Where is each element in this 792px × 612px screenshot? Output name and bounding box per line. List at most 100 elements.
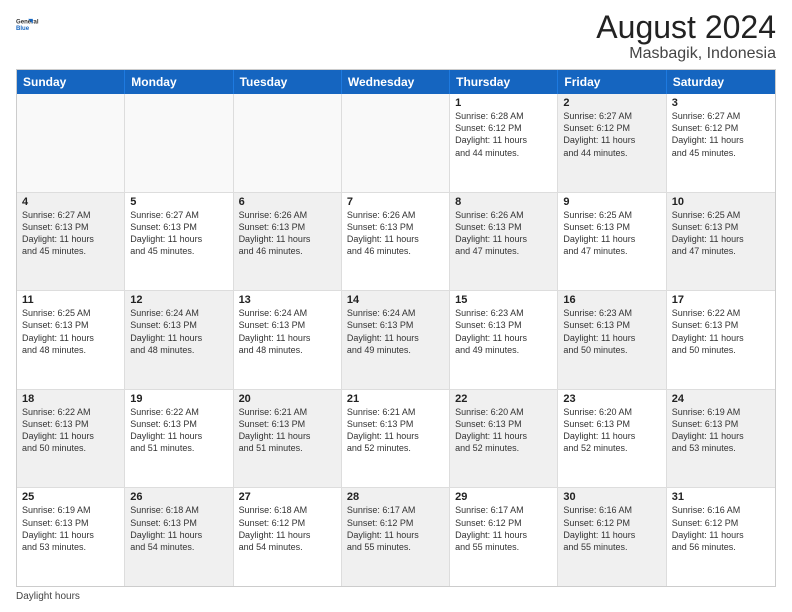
logo-icon: General Blue [16, 10, 44, 38]
cal-cell-1-0: 4Sunrise: 6:27 AM Sunset: 6:13 PM Daylig… [17, 193, 125, 291]
page: General Blue August 2024 Masbagik, Indon… [0, 0, 792, 612]
day-number: 13 [239, 294, 336, 306]
day-number: 20 [239, 393, 336, 405]
cal-cell-1-3: 7Sunrise: 6:26 AM Sunset: 6:13 PM Daylig… [342, 193, 450, 291]
cal-cell-1-2: 6Sunrise: 6:26 AM Sunset: 6:13 PM Daylig… [234, 193, 342, 291]
cal-cell-3-6: 24Sunrise: 6:19 AM Sunset: 6:13 PM Dayli… [667, 390, 775, 488]
calendar-header: Sunday Monday Tuesday Wednesday Thursday… [17, 70, 775, 94]
cal-cell-4-5: 30Sunrise: 6:16 AM Sunset: 6:12 PM Dayli… [558, 488, 666, 586]
day-number: 19 [130, 393, 227, 405]
cal-cell-3-4: 22Sunrise: 6:20 AM Sunset: 6:13 PM Dayli… [450, 390, 558, 488]
day-number: 18 [22, 393, 119, 405]
daylight-label: Daylight hours [16, 591, 80, 602]
cell-text: Sunrise: 6:16 AM Sunset: 6:12 PM Dayligh… [563, 504, 660, 553]
day-number: 10 [672, 196, 770, 208]
cell-text: Sunrise: 6:22 AM Sunset: 6:13 PM Dayligh… [130, 406, 227, 455]
day-number: 7 [347, 196, 444, 208]
cell-text: Sunrise: 6:22 AM Sunset: 6:13 PM Dayligh… [22, 406, 119, 455]
cal-cell-0-1 [125, 94, 233, 192]
cell-text: Sunrise: 6:26 AM Sunset: 6:13 PM Dayligh… [455, 209, 552, 258]
cal-cell-4-2: 27Sunrise: 6:18 AM Sunset: 6:12 PM Dayli… [234, 488, 342, 586]
header-wednesday: Wednesday [342, 70, 450, 94]
cell-text: Sunrise: 6:20 AM Sunset: 6:13 PM Dayligh… [563, 406, 660, 455]
cell-text: Sunrise: 6:20 AM Sunset: 6:13 PM Dayligh… [455, 406, 552, 455]
day-number: 9 [563, 196, 660, 208]
cal-cell-2-0: 11Sunrise: 6:25 AM Sunset: 6:13 PM Dayli… [17, 291, 125, 389]
cell-text: Sunrise: 6:27 AM Sunset: 6:12 PM Dayligh… [563, 110, 660, 159]
cal-cell-4-6: 31Sunrise: 6:16 AM Sunset: 6:12 PM Dayli… [667, 488, 775, 586]
calendar-row-0: 1Sunrise: 6:28 AM Sunset: 6:12 PM Daylig… [17, 94, 775, 193]
cal-cell-2-4: 15Sunrise: 6:23 AM Sunset: 6:13 PM Dayli… [450, 291, 558, 389]
day-number: 30 [563, 491, 660, 503]
day-number: 21 [347, 393, 444, 405]
cell-text: Sunrise: 6:17 AM Sunset: 6:12 PM Dayligh… [455, 504, 552, 553]
day-number: 22 [455, 393, 552, 405]
cal-cell-3-3: 21Sunrise: 6:21 AM Sunset: 6:13 PM Dayli… [342, 390, 450, 488]
cal-cell-1-5: 9Sunrise: 6:25 AM Sunset: 6:13 PM Daylig… [558, 193, 666, 291]
cal-cell-3-5: 23Sunrise: 6:20 AM Sunset: 6:13 PM Dayli… [558, 390, 666, 488]
day-number: 5 [130, 196, 227, 208]
svg-text:General: General [16, 20, 39, 26]
cell-text: Sunrise: 6:26 AM Sunset: 6:13 PM Dayligh… [239, 209, 336, 258]
svg-text:Blue: Blue [16, 26, 30, 32]
cell-text: Sunrise: 6:18 AM Sunset: 6:13 PM Dayligh… [130, 504, 227, 553]
cal-cell-0-2 [234, 94, 342, 192]
day-number: 12 [130, 294, 227, 306]
cell-text: Sunrise: 6:21 AM Sunset: 6:13 PM Dayligh… [347, 406, 444, 455]
title-area: August 2024 Masbagik, Indonesia [596, 10, 776, 63]
day-number: 4 [22, 196, 119, 208]
day-number: 15 [455, 294, 552, 306]
day-number: 8 [455, 196, 552, 208]
calendar-row-2: 11Sunrise: 6:25 AM Sunset: 6:13 PM Dayli… [17, 291, 775, 390]
day-number: 23 [563, 393, 660, 405]
cal-cell-4-4: 29Sunrise: 6:17 AM Sunset: 6:12 PM Dayli… [450, 488, 558, 586]
logo: General Blue [16, 10, 44, 38]
day-number: 3 [672, 97, 770, 109]
cal-cell-0-4: 1Sunrise: 6:28 AM Sunset: 6:12 PM Daylig… [450, 94, 558, 192]
cell-text: Sunrise: 6:19 AM Sunset: 6:13 PM Dayligh… [22, 504, 119, 553]
cell-text: Sunrise: 6:25 AM Sunset: 6:13 PM Dayligh… [22, 307, 119, 356]
cell-text: Sunrise: 6:22 AM Sunset: 6:13 PM Dayligh… [672, 307, 770, 356]
calendar-row-4: 25Sunrise: 6:19 AM Sunset: 6:13 PM Dayli… [17, 488, 775, 586]
cal-cell-1-4: 8Sunrise: 6:26 AM Sunset: 6:13 PM Daylig… [450, 193, 558, 291]
cal-cell-4-1: 26Sunrise: 6:18 AM Sunset: 6:13 PM Dayli… [125, 488, 233, 586]
cal-cell-2-3: 14Sunrise: 6:24 AM Sunset: 6:13 PM Dayli… [342, 291, 450, 389]
header-friday: Friday [558, 70, 666, 94]
cell-text: Sunrise: 6:26 AM Sunset: 6:13 PM Dayligh… [347, 209, 444, 258]
cal-cell-2-1: 12Sunrise: 6:24 AM Sunset: 6:13 PM Dayli… [125, 291, 233, 389]
cell-text: Sunrise: 6:25 AM Sunset: 6:13 PM Dayligh… [563, 209, 660, 258]
cell-text: Sunrise: 6:16 AM Sunset: 6:12 PM Dayligh… [672, 504, 770, 553]
cell-text: Sunrise: 6:24 AM Sunset: 6:13 PM Dayligh… [347, 307, 444, 356]
cal-cell-1-6: 10Sunrise: 6:25 AM Sunset: 6:13 PM Dayli… [667, 193, 775, 291]
cell-text: Sunrise: 6:24 AM Sunset: 6:13 PM Dayligh… [130, 307, 227, 356]
calendar-body: 1Sunrise: 6:28 AM Sunset: 6:12 PM Daylig… [17, 94, 775, 586]
header-monday: Monday [125, 70, 233, 94]
day-number: 6 [239, 196, 336, 208]
day-number: 26 [130, 491, 227, 503]
header-sunday: Sunday [17, 70, 125, 94]
cal-cell-0-0 [17, 94, 125, 192]
cal-cell-3-1: 19Sunrise: 6:22 AM Sunset: 6:13 PM Dayli… [125, 390, 233, 488]
cell-text: Sunrise: 6:27 AM Sunset: 6:13 PM Dayligh… [22, 209, 119, 258]
calendar-row-3: 18Sunrise: 6:22 AM Sunset: 6:13 PM Dayli… [17, 390, 775, 489]
day-number: 24 [672, 393, 770, 405]
location: Masbagik, Indonesia [596, 45, 776, 63]
cell-text: Sunrise: 6:18 AM Sunset: 6:12 PM Dayligh… [239, 504, 336, 553]
cal-cell-0-6: 3Sunrise: 6:27 AM Sunset: 6:12 PM Daylig… [667, 94, 775, 192]
cal-cell-0-3 [342, 94, 450, 192]
day-number: 2 [563, 97, 660, 109]
day-number: 16 [563, 294, 660, 306]
day-number: 31 [672, 491, 770, 503]
calendar-row-1: 4Sunrise: 6:27 AM Sunset: 6:13 PM Daylig… [17, 193, 775, 292]
day-number: 1 [455, 97, 552, 109]
cal-cell-2-2: 13Sunrise: 6:24 AM Sunset: 6:13 PM Dayli… [234, 291, 342, 389]
header-thursday: Thursday [450, 70, 558, 94]
cal-cell-2-6: 17Sunrise: 6:22 AM Sunset: 6:13 PM Dayli… [667, 291, 775, 389]
cell-text: Sunrise: 6:25 AM Sunset: 6:13 PM Dayligh… [672, 209, 770, 258]
day-number: 25 [22, 491, 119, 503]
cal-cell-3-0: 18Sunrise: 6:22 AM Sunset: 6:13 PM Dayli… [17, 390, 125, 488]
cell-text: Sunrise: 6:27 AM Sunset: 6:12 PM Dayligh… [672, 110, 770, 159]
header: General Blue August 2024 Masbagik, Indon… [16, 10, 776, 63]
cell-text: Sunrise: 6:27 AM Sunset: 6:13 PM Dayligh… [130, 209, 227, 258]
cal-cell-4-3: 28Sunrise: 6:17 AM Sunset: 6:12 PM Dayli… [342, 488, 450, 586]
